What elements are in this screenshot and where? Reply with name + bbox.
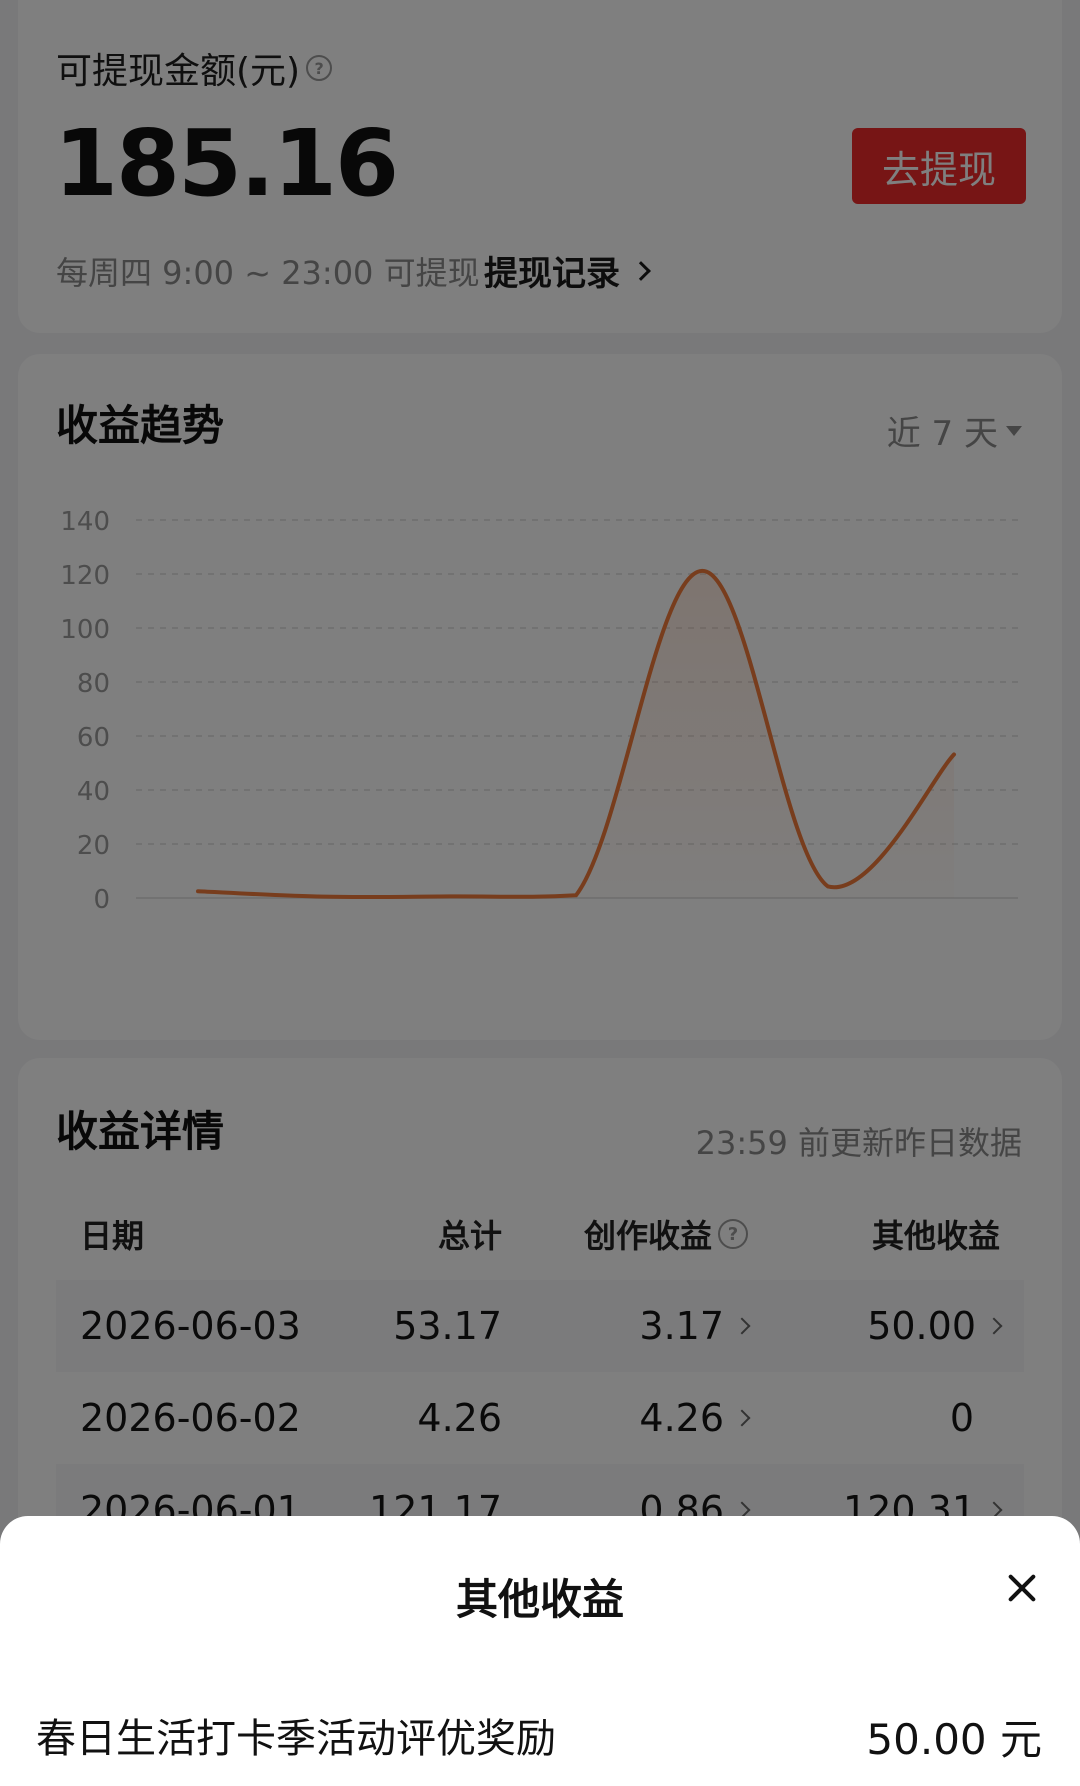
close-icon[interactable] xyxy=(1002,1568,1042,1608)
sheet-item-name: 春日生活打卡季活动评优奖励 xyxy=(36,1716,556,1762)
sheet-title: 其他收益 xyxy=(455,1575,624,1624)
other-earnings-sheet: 其他收益 春日生活打卡季活动评优奖励 50.00 元 xyxy=(0,1516,1080,1786)
sheet-item-amount: 50.00 元 xyxy=(866,1715,1042,1764)
